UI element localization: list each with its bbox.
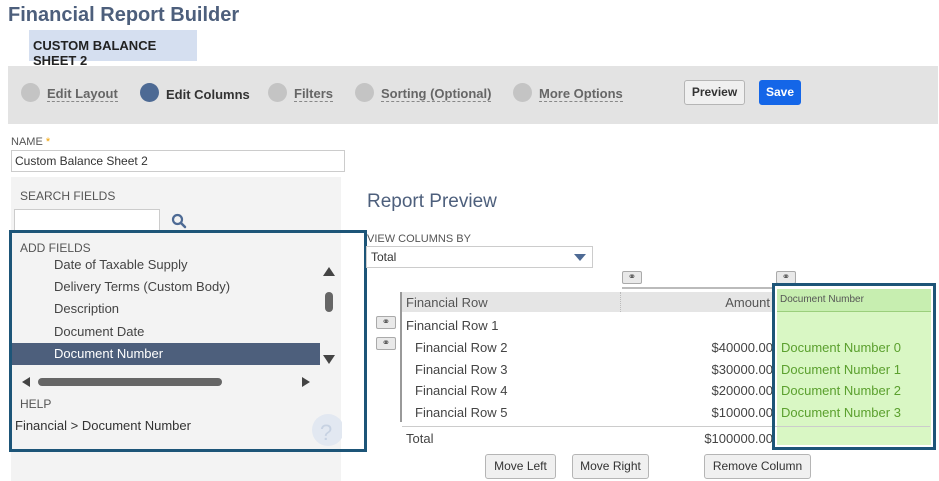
row-amount: $30000.00 xyxy=(711,362,773,377)
group-row-label: Financial Row 1 xyxy=(406,318,499,333)
total-amount: $100000.00 xyxy=(704,431,773,446)
step-more-options[interactable]: More Options xyxy=(513,83,623,102)
row-label: Financial Row 5 xyxy=(415,405,508,420)
page-title: Financial Report Builder xyxy=(8,4,240,26)
chevron-down-icon xyxy=(574,254,586,261)
required-mark: * xyxy=(45,136,51,148)
report-name-tab: CUSTOM BALANCE SHEET 2 xyxy=(29,30,197,68)
docnum-column-selection-box xyxy=(772,283,936,450)
step-filters[interactable]: Filters xyxy=(268,83,334,102)
step-edit-layout[interactable]: Edit Layout xyxy=(21,83,118,102)
name-label-text: NAME xyxy=(11,136,43,148)
step-indicator-icon xyxy=(140,83,159,102)
view-columns-select[interactable]: Total xyxy=(366,246,593,268)
preview-button[interactable]: Preview xyxy=(684,80,745,105)
row-group-line xyxy=(400,292,402,422)
save-button[interactable]: Save xyxy=(759,80,801,105)
move-left-button[interactable]: Move Left xyxy=(485,454,556,479)
name-label: NAME * xyxy=(11,136,50,148)
step-indicator-icon xyxy=(513,83,532,102)
row-link-icon[interactable]: ⚭ xyxy=(376,337,396,350)
step-label: More Options xyxy=(539,83,623,102)
remove-column-button[interactable]: Remove Column xyxy=(704,454,811,479)
row-label: Financial Row 3 xyxy=(415,362,508,377)
row-label: Financial Row 4 xyxy=(415,383,508,398)
search-fields-label: SEARCH FIELDS xyxy=(20,189,116,203)
step-sorting[interactable]: Sorting (Optional) xyxy=(355,83,492,102)
add-fields-highlight xyxy=(9,230,367,452)
move-right-button[interactable]: Move Right xyxy=(572,454,649,479)
step-edit-columns[interactable]: Edit Columns xyxy=(140,83,250,102)
view-columns-value: Total xyxy=(371,250,397,264)
header-financial-row: Financial Row xyxy=(402,292,620,312)
header-amount: Amount xyxy=(620,292,772,312)
step-label: Edit Columns xyxy=(166,86,250,102)
view-columns-label: VIEW COLUMNS BY xyxy=(367,233,471,245)
amount-column-link-icon[interactable]: ⚭ xyxy=(622,271,642,284)
row-amount: $10000.00 xyxy=(711,405,773,420)
row-label: Financial Row 2 xyxy=(415,340,508,355)
search-icon[interactable] xyxy=(171,213,187,229)
row-link-icon[interactable]: ⚭ xyxy=(376,316,396,329)
step-indicator-icon xyxy=(355,83,374,102)
step-label: Sorting (Optional) xyxy=(381,83,492,102)
step-label: Filters xyxy=(294,83,334,102)
step-label: Edit Layout xyxy=(47,83,118,102)
step-toolbar: Edit Layout Edit Columns Filters Sorting… xyxy=(8,66,938,124)
row-amount: $40000.00 xyxy=(711,340,773,355)
total-label: Total xyxy=(406,431,434,446)
name-input[interactable] xyxy=(11,150,345,172)
step-indicator-icon xyxy=(21,83,40,102)
amount-column-bar xyxy=(622,287,772,289)
step-indicator-icon xyxy=(268,83,287,102)
report-preview-title: Report Preview xyxy=(367,191,497,212)
row-amount: $20000.00 xyxy=(711,383,773,398)
